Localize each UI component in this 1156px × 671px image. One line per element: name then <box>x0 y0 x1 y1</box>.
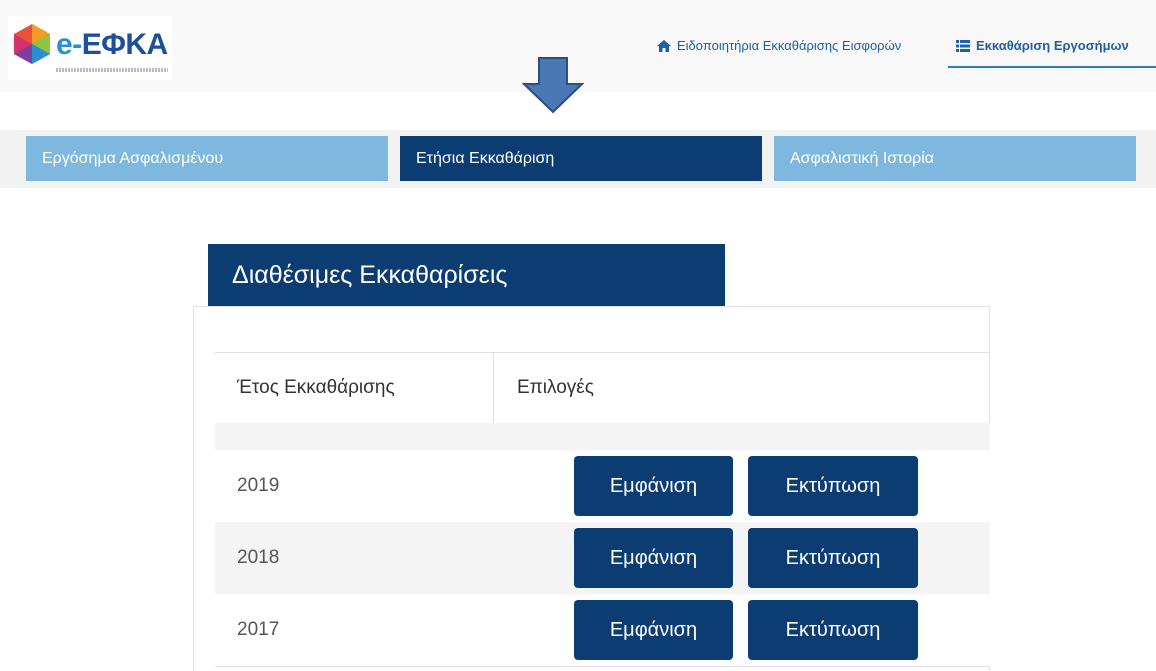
home-icon <box>657 39 671 52</box>
nav-link-notices[interactable]: Ειδοποιητήρια Εκκαθάρισης Εισφορών <box>657 38 901 53</box>
nav-link-label: Ειδοποιητήρια Εκκαθάρισης Εισφορών <box>677 38 902 53</box>
nav-link-settlement[interactable]: Εκκαθάριση Εργοσήμων <box>956 38 1129 53</box>
tab-insurance-history[interactable]: Ασφαλιστική Ιστορία <box>774 136 1136 181</box>
view-button[interactable]: Εμφάνιση <box>574 456 733 516</box>
view-button[interactable]: Εμφάνιση <box>574 600 733 660</box>
table-header: Έτος Εκκαθάρισης Επιλογές <box>215 352 990 424</box>
nav-link-label: Εκκαθάριση Εργοσήμων <box>976 38 1129 53</box>
active-nav-underline <box>948 66 1156 68</box>
row-year: 2018 <box>237 547 280 568</box>
logo-tagline <box>56 68 168 72</box>
efka-logo[interactable]: e-ΕΦΚΑ <box>8 16 172 80</box>
tab-annual-settlement[interactable]: Ετήσια Εκκαθάριση <box>400 136 762 181</box>
column-header-options: Επιλογές <box>517 377 594 398</box>
table-row: 2017 Εμφάνιση Εκτύπωση <box>215 594 990 667</box>
list-icon <box>956 39 970 52</box>
table-row: 2019 Εμφάνιση Εκτύπωση <box>215 450 990 522</box>
down-arrow-icon <box>522 57 584 114</box>
row-year: 2017 <box>237 619 280 640</box>
print-button[interactable]: Εκτύπωση <box>748 528 918 588</box>
hexagon-logo-icon <box>14 24 50 64</box>
column-header-year: Έτος Εκκαθάρισης <box>215 353 494 423</box>
panel-title: Διαθέσιμες Εκκαθαρίσεις <box>208 244 725 306</box>
row-year: 2019 <box>237 475 280 496</box>
table-row: 2018 Εμφάνιση Εκτύπωση <box>215 522 990 594</box>
table-spacer-row <box>215 423 990 450</box>
print-button[interactable]: Εκτύπωση <box>748 600 918 660</box>
view-button[interactable]: Εμφάνιση <box>574 528 733 588</box>
print-button[interactable]: Εκτύπωση <box>748 456 918 516</box>
tab-insured-vouchers[interactable]: Εργόσημα Ασφαλισμένου <box>26 136 388 181</box>
logo-wordmark: e-ΕΦΚΑ <box>56 28 168 61</box>
